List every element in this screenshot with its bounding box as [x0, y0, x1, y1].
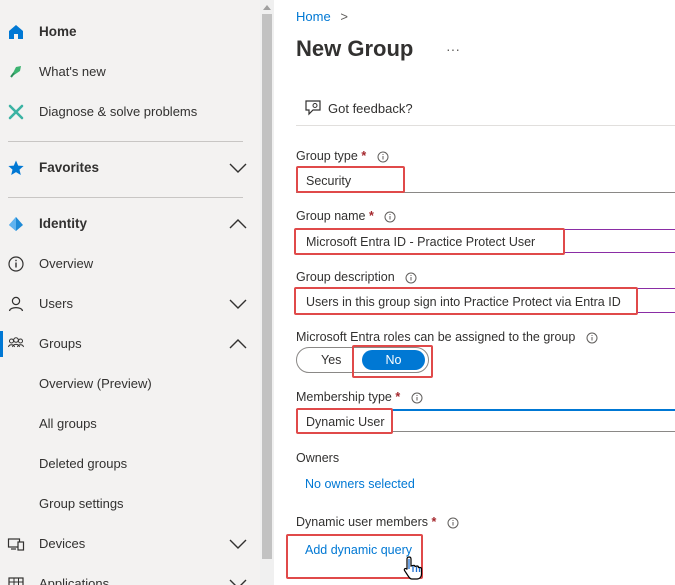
- info-icon[interactable]: [377, 151, 389, 163]
- scroll-up-icon[interactable]: [263, 4, 271, 10]
- sidebar-item-label: Home: [39, 24, 77, 39]
- group-description-input[interactable]: Users in this group sign into Practice P…: [294, 287, 638, 315]
- sidebar-item-whats-new[interactable]: What's new: [0, 52, 260, 92]
- sidebar-item-favorites[interactable]: Favorites: [0, 148, 260, 188]
- feedback-icon: [305, 100, 321, 116]
- sidebar-item-label: Applications: [39, 576, 110, 585]
- diamond-icon: [9, 217, 23, 231]
- sidebar-item-all-groups[interactable]: All groups: [0, 404, 260, 444]
- page-title: New Group: [296, 36, 414, 61]
- roles-yes-option[interactable]: Yes: [321, 353, 341, 367]
- rocket-icon: [10, 66, 21, 78]
- sidebar-item-label: Deleted groups: [39, 456, 128, 471]
- wrench-icon: [8, 104, 24, 120]
- breadcrumb-separator: >: [340, 9, 348, 24]
- breadcrumb-home-link[interactable]: Home: [296, 9, 331, 24]
- sidebar-item-diagnose[interactable]: Diagnose & solve problems: [0, 92, 260, 132]
- sidebar-item-applications[interactable]: Applications: [0, 564, 260, 585]
- sidebar-item-label: Devices: [39, 536, 86, 551]
- user-icon: [8, 296, 24, 312]
- sidebar-scrollbar[interactable]: [260, 0, 274, 585]
- devices-icon: [7, 538, 25, 551]
- sidebar-item-label: Group settings: [39, 496, 124, 511]
- sidebar-item-label: Users: [39, 296, 73, 311]
- group-name-input[interactable]: Microsoft Entra ID - Practice Protect Us…: [294, 228, 565, 255]
- group-type-label: Group type *: [296, 149, 389, 163]
- info-icon[interactable]: [384, 211, 396, 223]
- chevron-down-icon[interactable]: [228, 538, 248, 550]
- owners-label: Owners: [296, 451, 340, 465]
- group-name-label: Group name *: [296, 209, 396, 223]
- apps-icon: [8, 577, 24, 585]
- main-panel: Home > New Group ··· Got feedback? Group…: [274, 0, 675, 585]
- sidebar-item-label: What's new: [39, 64, 106, 79]
- star-icon: [8, 160, 24, 175]
- info-icon[interactable]: [447, 517, 459, 529]
- scroll-thumb[interactable]: [262, 14, 272, 559]
- sidebar-item-group-settings[interactable]: Group settings: [0, 484, 260, 524]
- membership-type-label: Membership type *: [296, 390, 423, 404]
- chevron-up-icon[interactable]: [228, 338, 248, 350]
- add-dynamic-query-link[interactable]: Add dynamic query: [305, 543, 412, 557]
- sidebar-item-label: Identity: [39, 216, 88, 231]
- sidebar-item-label: Overview (Preview): [39, 376, 152, 391]
- sidebar-item-label: All groups: [39, 416, 97, 431]
- dynamic-members-label: Dynamic user members *: [296, 515, 459, 529]
- home-icon: [9, 25, 23, 39]
- sidebar-item-identity[interactable]: Identity: [0, 204, 260, 244]
- sidebar-item-label: Groups: [39, 336, 82, 351]
- roles-label: Microsoft Entra roles can be assigned to…: [296, 330, 598, 344]
- groups-icon: [8, 337, 24, 348]
- sidebar-item-overview[interactable]: Overview: [0, 244, 260, 284]
- sidebar-item-users[interactable]: Users: [0, 284, 260, 324]
- sidebar-item-deleted-groups[interactable]: Deleted groups: [0, 444, 260, 484]
- info-icon[interactable]: [405, 272, 417, 284]
- chevron-down-icon[interactable]: [228, 578, 248, 585]
- roles-no-option[interactable]: No: [362, 350, 425, 370]
- membership-type-select[interactable]: Dynamic User: [296, 408, 393, 434]
- chevron-down-icon[interactable]: [228, 162, 248, 174]
- sidebar-item-label: Favorites: [39, 160, 100, 175]
- sidebar-item-label: Diagnose & solve problems: [39, 104, 198, 119]
- divider: [8, 141, 243, 142]
- breadcrumb: Home >: [296, 9, 348, 24]
- sidebar-item-devices[interactable]: Devices: [0, 524, 260, 564]
- group-description-value: Users in this group sign into Practice P…: [306, 295, 621, 309]
- info-circle-icon: [8, 256, 24, 272]
- feedback-label: Got feedback?: [328, 101, 413, 116]
- group-name-value: Microsoft Entra ID - Practice Protect Us…: [306, 235, 536, 249]
- sidebar-item-home[interactable]: Home: [0, 12, 260, 52]
- sidebar-item-groups-overview[interactable]: Overview (Preview): [0, 364, 260, 404]
- sidebar-nav: Home What's new Diagnose & solve problem…: [0, 0, 260, 585]
- owners-link[interactable]: No owners selected: [305, 477, 415, 491]
- chevron-down-icon[interactable]: [228, 298, 248, 310]
- group-type-value: Security: [306, 174, 352, 188]
- sidebar-item-label: Overview: [39, 256, 94, 271]
- hand-cursor-icon: [403, 556, 423, 580]
- sidebar-item-groups[interactable]: Groups: [0, 324, 260, 364]
- more-options-button[interactable]: ···: [446, 41, 460, 57]
- chevron-up-icon[interactable]: [228, 218, 248, 230]
- info-icon[interactable]: [586, 332, 598, 344]
- group-type-select[interactable]: Security: [296, 166, 405, 193]
- membership-type-value: Dynamic User: [306, 415, 385, 429]
- divider: [8, 197, 243, 198]
- info-icon[interactable]: [411, 392, 423, 404]
- group-description-label: Group description: [296, 270, 417, 284]
- divider: [296, 125, 675, 126]
